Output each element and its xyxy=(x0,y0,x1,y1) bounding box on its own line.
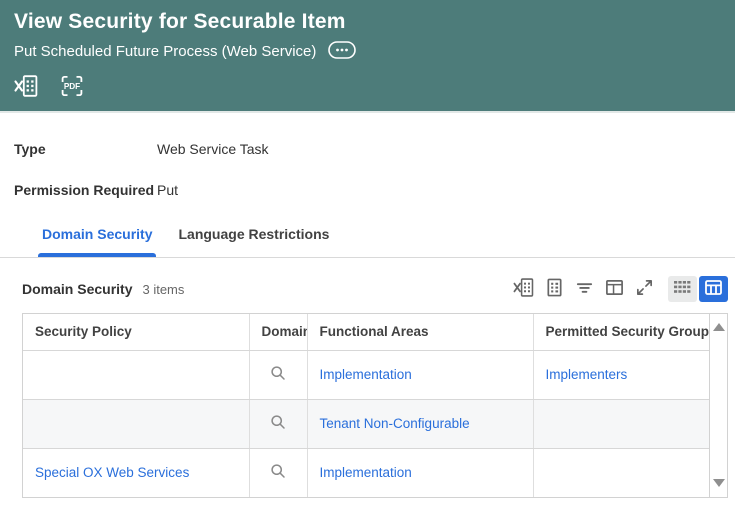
table-row: Special OX Web Services Implementation xyxy=(23,448,709,497)
table-row: Implementation Implementers xyxy=(23,350,709,399)
detail-row-type: Type Web Service Task xyxy=(14,141,721,157)
scroll-up-icon[interactable] xyxy=(713,323,725,331)
related-actions-button[interactable] xyxy=(328,41,356,62)
freeze-columns-button[interactable] xyxy=(604,277,625,301)
excel-icon xyxy=(14,75,38,100)
search-icon xyxy=(270,467,286,482)
domain-security-table: Security Policy Domain Functional Areas … xyxy=(22,313,728,498)
grid-title: Domain Security xyxy=(22,281,132,297)
detail-row-permission: Permission Required Put xyxy=(14,182,721,198)
grid-item-count: 3 items xyxy=(142,282,184,297)
tab-domain-security[interactable]: Domain Security xyxy=(40,226,154,257)
column-header-functional-areas[interactable]: Functional Areas xyxy=(307,314,533,350)
column-header-permitted-security-groups[interactable]: Permitted Security Groups xyxy=(533,314,709,350)
pdf-icon: PDF xyxy=(60,75,84,100)
security-policy-cell xyxy=(23,399,249,448)
domain-search-button[interactable] xyxy=(268,461,288,484)
domain-search-button[interactable] xyxy=(268,363,288,386)
expand-grid-button[interactable] xyxy=(634,277,655,301)
securable-item-name: Put Scheduled Future Process (Web Servic… xyxy=(14,43,316,60)
column-header-security-policy[interactable]: Security Policy xyxy=(23,314,249,350)
item-details: Type Web Service Task Permission Require… xyxy=(0,113,735,198)
functional-area-link[interactable]: Implementation xyxy=(320,367,412,382)
ellipsis-icon xyxy=(328,41,356,62)
permitted-security-group-cell xyxy=(533,448,709,497)
filter-button[interactable] xyxy=(574,277,595,301)
domain-search-button[interactable] xyxy=(268,412,288,435)
page-header: View Security for Securable Item Put Sch… xyxy=(0,0,735,113)
expand-icon xyxy=(635,278,654,300)
compact-grid-view-button[interactable] xyxy=(668,276,697,302)
export-to-excel-button[interactable] xyxy=(14,75,38,100)
freeze-columns-icon xyxy=(605,278,624,300)
permitted-security-group-cell xyxy=(533,399,709,448)
expanded-grid-icon xyxy=(705,280,722,298)
export-to-pdf-button[interactable]: PDF xyxy=(60,75,84,100)
tab-language-restrictions[interactable]: Language Restrictions xyxy=(176,226,331,257)
vertical-scrollbar[interactable] xyxy=(709,314,727,497)
printable-version-button[interactable] xyxy=(544,277,565,301)
printable-version-icon xyxy=(545,278,564,300)
security-policy-link[interactable]: Special OX Web Services xyxy=(35,465,189,480)
scroll-down-icon[interactable] xyxy=(713,479,725,487)
table-row: Tenant Non-Configurable xyxy=(23,399,709,448)
type-label: Type xyxy=(14,141,157,157)
expanded-grid-view-button[interactable] xyxy=(699,276,728,302)
permitted-security-group-link[interactable]: Implementers xyxy=(546,367,628,382)
column-header-domain[interactable]: Domain xyxy=(249,314,307,350)
search-icon xyxy=(270,418,286,433)
domain-security-section: Domain Security 3 items xyxy=(0,258,735,498)
functional-area-link[interactable]: Tenant Non-Configurable xyxy=(320,416,470,431)
compact-grid-icon xyxy=(674,281,691,298)
table-header-row: Security Policy Domain Functional Areas … xyxy=(23,314,709,350)
functional-area-link[interactable]: Implementation xyxy=(320,465,412,480)
excel-icon xyxy=(513,278,534,300)
permission-required-label: Permission Required xyxy=(14,182,157,198)
page-title: View Security for Securable Item xyxy=(14,8,721,36)
filter-icon xyxy=(575,278,594,300)
grid-view-toggle xyxy=(668,276,728,302)
grid-toolbar xyxy=(512,276,728,302)
permission-required-value: Put xyxy=(157,182,178,198)
tab-bar: Domain Security Language Restrictions xyxy=(0,226,735,258)
type-value: Web Service Task xyxy=(157,141,269,157)
security-policy-cell xyxy=(23,350,249,399)
svg-text:PDF: PDF xyxy=(64,82,80,91)
search-icon xyxy=(270,369,286,384)
export-to-excel-button[interactable] xyxy=(512,277,535,301)
